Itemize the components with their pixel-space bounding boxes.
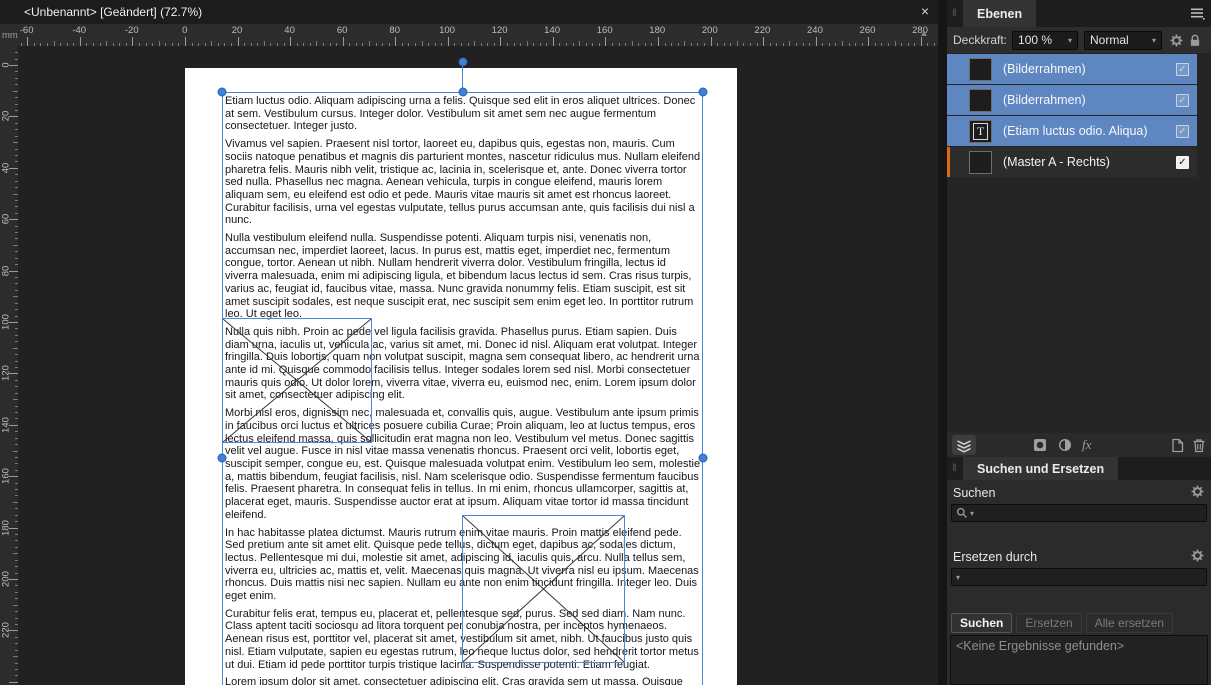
panel-drag-grip[interactable]: ‖ — [947, 0, 963, 27]
panel-divider[interactable] — [938, 0, 947, 685]
trash-icon — [1193, 438, 1205, 452]
adjustment-layer-button[interactable] — [1058, 435, 1072, 455]
tab-ebenen[interactable]: Ebenen — [963, 0, 1037, 27]
replace-label: Ersetzen durch — [953, 550, 1038, 564]
right-panel: ‖ Ebenen Deckkraft: 100 % ▾ Normal ▾ (Bi… — [947, 0, 1211, 685]
replace-input[interactable]: ▾ — [951, 568, 1207, 586]
layers-panel-empty-area — [947, 177, 1211, 433]
selection-handle-mid-left[interactable] — [217, 453, 227, 463]
lock-icon — [1190, 34, 1200, 46]
paragraph: Etiam luctus odio. Aliquam adipiscing ur… — [225, 95, 696, 133]
layer-visibility-checkbox[interactable]: ✓ — [1176, 124, 1189, 138]
tab-suchen-und-ersetzen[interactable]: Suchen und Ersetzen — [963, 457, 1119, 480]
layer-thumbnail — [969, 57, 992, 81]
panel-drag-grip[interactable]: ‖ — [947, 457, 963, 480]
find-panel-tabbar: ‖ Suchen und Ersetzen — [947, 457, 1211, 480]
ruler-unit-label: mm — [0, 24, 18, 46]
rotation-handle[interactable] — [458, 57, 468, 67]
document-title: <Unbenannt> [Geändert] (72.7%) — [24, 5, 203, 19]
delete-layer-button[interactable] — [1192, 435, 1206, 455]
vertical-ruler: 0 20 40 60 80 100 120 140 160 180 200 220 — [0, 46, 18, 685]
paragraph: Nulla vestibulum eleifend nulla. Suspend… — [225, 232, 694, 321]
layers-controls-row: Deckkraft: 100 % ▾ Normal ▾ — [947, 27, 1211, 53]
mask-icon — [1034, 439, 1046, 451]
layer-visibility-checkbox[interactable]: ✓ — [1176, 93, 1189, 107]
layer-row-master[interactable]: (Master A - Rechts) ✓ — [947, 147, 1197, 177]
layer-thumbnail: T — [969, 119, 992, 143]
blend-mode-dropdown[interactable]: Normal ▾ — [1084, 30, 1163, 50]
layer-settings-button[interactable] — [1170, 33, 1183, 47]
paragraph: Vivamus vel sapien. Praesent nisl tortor… — [225, 138, 701, 227]
find-buttons-row: Suchen Ersetzen Alle ersetzen — [951, 613, 1174, 633]
selection-handle-mid-right[interactable] — [698, 453, 708, 463]
picture-frame-2[interactable] — [462, 515, 625, 663]
search-input[interactable]: ▾ — [951, 504, 1207, 522]
layers-stack-icon — [957, 439, 971, 453]
selection-handle-top-center[interactable] — [458, 87, 468, 97]
new-page-icon — [1172, 438, 1184, 452]
close-document-button[interactable]: × — [914, 2, 936, 22]
layers-panel-tabbar: ‖ Ebenen — [947, 0, 1211, 27]
layer-effects-button[interactable]: fx — [1082, 435, 1091, 455]
layer-visibility-checkbox[interactable]: ✓ — [1176, 155, 1189, 169]
layer-thumbnail — [969, 88, 992, 112]
selection-handle-top-left[interactable] — [217, 87, 227, 97]
search-label: Suchen — [953, 486, 996, 500]
new-layer-button[interactable] — [1171, 435, 1184, 455]
chevron-down-icon: ▾ — [970, 508, 975, 518]
layer-thumbnail — [969, 150, 992, 174]
search-options-button[interactable] — [1191, 485, 1204, 498]
mask-layer-button[interactable] — [1033, 435, 1047, 455]
layers-toolbar: fx — [947, 433, 1211, 457]
gear-icon — [1191, 485, 1204, 498]
search-results-area: <Keine Ergebnisse gefunden> — [950, 635, 1208, 685]
find-replace-panel: Suchen ▾ Ersetzen durch ▾ Suchen Ersetze… — [947, 480, 1211, 685]
panel-menu-button[interactable] — [1190, 0, 1205, 27]
hamburger-menu-icon — [1191, 8, 1205, 20]
layer-row-bilderrahmen-1[interactable]: (Bilderrahmen) ✓ — [947, 54, 1197, 84]
replace-options-button[interactable] — [1191, 549, 1204, 562]
find-button[interactable]: Suchen — [951, 613, 1013, 633]
gear-icon — [1191, 549, 1204, 562]
replace-button[interactable]: Ersetzen — [1016, 613, 1082, 633]
no-results-text: <Keine Ergebnisse gefunden> — [956, 639, 1125, 653]
document-titlebar: <Unbenannt> [Geändert] (72.7%) — [0, 0, 938, 24]
app-window: <Unbenannt> [Geändert] (72.7%) × mm -60-… — [0, 0, 1211, 685]
layer-row-bilderrahmen-2[interactable]: (Bilderrahmen) ✓ — [947, 85, 1197, 115]
horizontal-ruler: -60 -40 -20 0 20 40 60 80 100 120 140 160 180 200 220 2… — [18, 24, 938, 46]
placeholder-cross-icon — [223, 319, 371, 442]
paragraph: Lorem ipsum dolor sit amet, consectetuer… — [225, 676, 683, 685]
layer-visibility-checkbox[interactable]: ✓ — [1176, 62, 1189, 76]
layer-row-textframe[interactable]: T (Etiam luctus odio. Aliqua) ✓ — [947, 116, 1197, 146]
chevron-down-icon: ▾ — [1068, 35, 1073, 45]
replace-all-button[interactable]: Alle ersetzen — [1085, 613, 1174, 633]
search-icon — [956, 507, 967, 518]
layers-view-button[interactable] — [952, 435, 976, 455]
selection-handle-top-right[interactable] — [698, 87, 708, 97]
placeholder-cross-icon — [463, 516, 624, 662]
opacity-dropdown[interactable]: 100 % ▾ — [1012, 30, 1079, 50]
lock-layer-button[interactable] — [1189, 34, 1201, 47]
picture-frame-1[interactable] — [222, 318, 372, 443]
gear-icon — [1170, 33, 1183, 47]
master-page-indicator — [947, 147, 950, 177]
chevron-down-icon: ▾ — [956, 572, 961, 582]
chevron-down-icon: ▾ — [1152, 35, 1157, 45]
adjustment-icon — [1058, 438, 1072, 452]
text-frame-icon: T — [973, 122, 988, 140]
ruler-scroll-indicator-icon: ▲ — [919, 28, 929, 39]
fx-icon: fx — [1082, 437, 1092, 452]
layers-list: (Bilderrahmen) ✓ (Bilderrahmen) ✓ T (Eti… — [947, 53, 1211, 177]
opacity-label: Deckkraft: — [953, 33, 1008, 47]
